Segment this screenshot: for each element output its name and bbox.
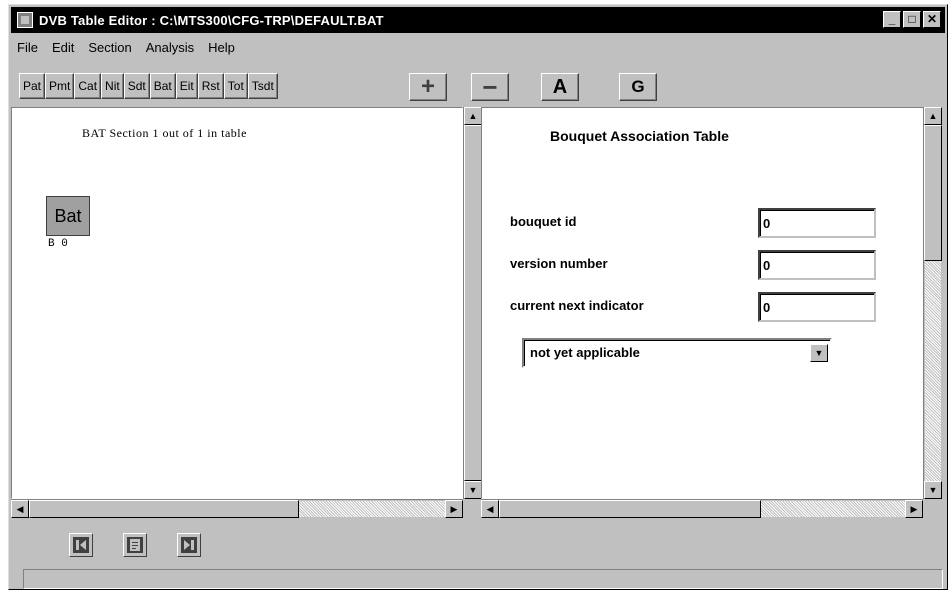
dropdown-arrow-button[interactable]: ▼ [810,344,828,362]
left-horizontal-scroll-track[interactable] [299,501,445,517]
scroll-down-icon: ▼ [468,485,478,495]
left-horizontal-scroll-thumb[interactable] [29,500,299,518]
scroll-right-button[interactable]: ▶ [445,500,463,518]
right-horizontal-scroll-track[interactable] [761,501,905,517]
previous-section-button[interactable] [69,533,93,557]
tsdt-button[interactable]: Tsdt [247,73,278,99]
table-toolbar: Pat Pmt Cat Nit Sdt Bat Eit Rst Tot Tsdt [19,73,278,99]
app-icon[interactable] [17,12,33,28]
previous-section-icon [73,537,89,553]
section-info-icon [127,537,143,553]
bat-node-caption: B 0 [48,238,68,250]
scroll-left-icon: ◀ [16,504,24,514]
scroll-left-button[interactable]: ◀ [11,500,29,518]
scroll-down-icon: ▼ [928,485,938,495]
scroll-left-icon: ◀ [486,504,494,514]
bouquet-id-input[interactable]: 0 [758,208,876,238]
main-window: DVB Table Editor : C:\MTS300\CFG-TRP\DEF… [8,4,948,590]
applicability-dropdown[interactable]: not yet applicable ▼ [522,338,832,368]
window-controls: _ □ ✕ [883,11,941,28]
table-title: Bouquet Association Table [550,128,729,144]
menu-help[interactable]: Help [208,40,235,55]
sdt-button[interactable]: Sdt [123,73,150,99]
nit-button[interactable]: Nit [101,73,124,99]
window-title: DVB Table Editor : C:\MTS300\CFG-TRP\DEF… [39,12,384,28]
table-fields-pane: Bouquet Association Table bouquet id 0 v… [481,107,931,499]
status-bar [23,569,943,589]
scroll-up-icon: ▲ [928,111,938,121]
scroll-right-icon: ▶ [450,504,458,514]
next-section-button[interactable] [177,533,201,557]
menu-edit[interactable]: Edit [52,40,74,55]
current-next-indicator-input[interactable]: 0 [758,292,876,322]
g-button[interactable]: G [619,73,657,101]
remove-section-button[interactable]: − [471,71,509,102]
a-button[interactable]: A [541,73,579,101]
current-next-indicator-label: current next indicator [510,298,644,313]
a-letter-icon: A [552,75,568,98]
right-vertical-scroll-thumb[interactable] [924,125,942,261]
pmt-button[interactable]: Pmt [45,73,75,99]
right-horizontal-scroll-thumb[interactable] [499,500,761,518]
section-info-button[interactable] [123,533,147,557]
section-tree-pane[interactable]: BAT Section 1 out of 1 in table Bat B 0 [11,107,463,499]
right-vertical-scrollbar[interactable]: ▲ ▼ [923,107,942,499]
scroll-up-button[interactable]: ▲ [924,107,942,125]
scroll-right-icon: ▶ [910,504,918,514]
minimize-button[interactable]: _ [883,11,901,28]
menu-analysis[interactable]: Analysis [146,40,194,55]
version-number-label: version number [510,256,608,271]
rst-button[interactable]: Rst [197,73,224,99]
minus-icon: − [482,71,498,102]
menu-section[interactable]: Section [88,40,131,55]
right-horizontal-scrollbar[interactable]: ◀ ▶ [481,499,923,518]
menu-bar: File Edit Section Analysis Help [13,36,235,58]
maximize-button[interactable]: □ [903,11,921,28]
applicability-selected-value: not yet applicable [530,345,640,360]
pat-button[interactable]: Pat [19,73,46,99]
cat-button[interactable]: Cat [74,73,102,99]
tot-button[interactable]: Tot [223,73,248,99]
plus-icon: + [420,73,435,100]
title-bar: DVB Table Editor : C:\MTS300\CFG-TRP\DEF… [11,7,945,33]
scroll-right-button[interactable]: ▶ [905,500,923,518]
scroll-up-button[interactable]: ▲ [464,107,482,125]
eit-button[interactable]: Eit [175,73,198,99]
left-horizontal-scrollbar[interactable]: ◀ ▶ [11,499,463,518]
left-vertical-scroll-thumb[interactable] [464,125,482,481]
scroll-down-button[interactable]: ▼ [924,481,942,499]
bat-section-node[interactable]: Bat [46,196,90,236]
bat-button[interactable]: Bat [149,73,176,99]
add-section-button[interactable]: + [409,73,447,101]
scroll-up-icon: ▲ [468,111,478,121]
g-letter-icon: G [631,77,645,96]
menu-file[interactable]: File [17,40,38,55]
scroll-down-button[interactable]: ▼ [464,481,482,499]
bouquet-id-label: bouquet id [510,214,577,229]
next-section-icon [181,537,197,553]
scroll-left-button[interactable]: ◀ [481,500,499,518]
version-number-input[interactable]: 0 [758,250,876,280]
right-vertical-scroll-track[interactable] [925,261,941,481]
section-count-label: BAT Section 1 out of 1 in table [82,126,247,140]
close-button[interactable]: ✕ [923,11,941,28]
left-vertical-scrollbar[interactable]: ▲ ▼ [463,107,482,499]
chevron-down-icon: ▼ [814,348,824,358]
